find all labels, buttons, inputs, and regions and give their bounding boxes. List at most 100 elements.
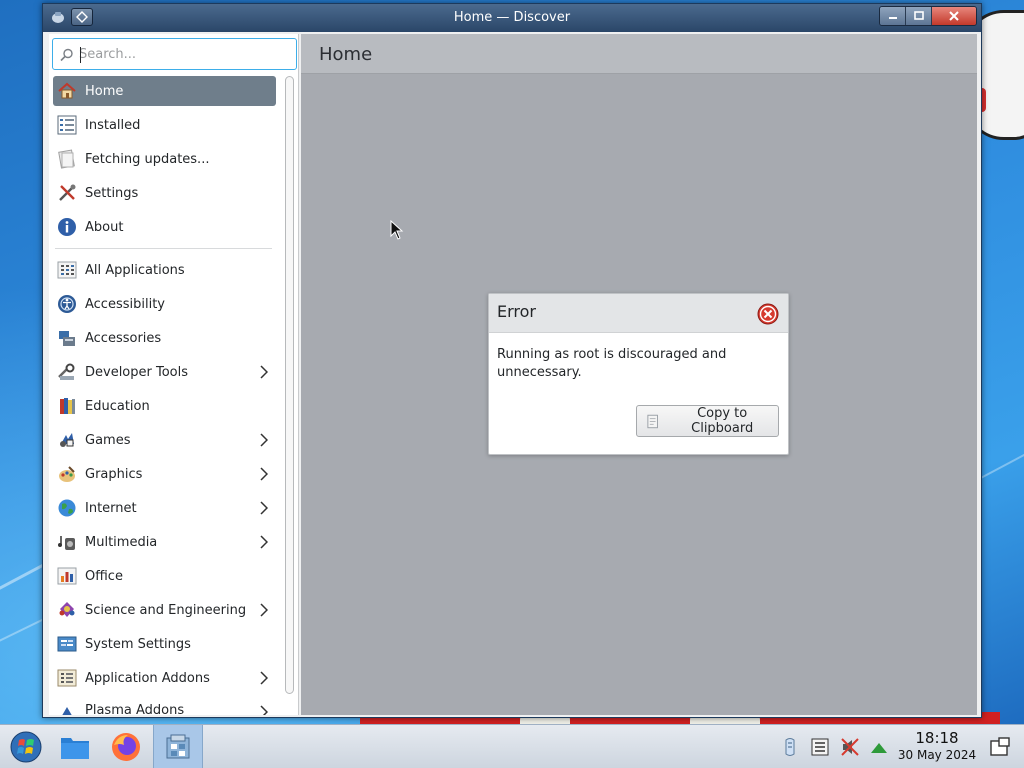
sidebar-item-multimedia[interactable]: Multimedia <box>53 527 276 557</box>
sidebar-item-label: Home <box>85 83 124 99</box>
taskbar-file-manager[interactable] <box>52 725 98 768</box>
addons-icon <box>57 669 77 687</box>
sidebar-item-installed[interactable]: Installed <box>53 110 276 140</box>
sidebar-item-system-settings[interactable]: System Settings <box>53 629 276 659</box>
sidebar-item-label: Fetching updates... <box>85 151 210 167</box>
sidebar-item-updates[interactable]: Fetching updates... <box>53 144 276 174</box>
dialog-message: Running as root is discouraged and unnec… <box>497 347 727 380</box>
search-input[interactable] <box>79 43 291 65</box>
chevron-right-icon <box>260 603 268 617</box>
sidebar-item-application-addons[interactable]: Application Addons <box>53 663 276 693</box>
sidebar-item-graphics[interactable]: Graphics <box>53 459 276 489</box>
sidebar-item-label: Settings <box>85 185 139 201</box>
science-icon <box>59 602 75 617</box>
games-icon <box>60 433 74 447</box>
audio-muted-icon[interactable] <box>840 737 860 757</box>
show-desktop-icon[interactable] <box>989 736 1011 758</box>
dialog-title: Error <box>497 302 536 321</box>
clipboard-icon <box>647 414 658 429</box>
sidebar-item-label: Application Addons <box>85 670 210 686</box>
chevron-right-icon <box>260 365 268 379</box>
accessibility-icon <box>58 295 76 313</box>
sidebar-item-label: Science and Engineering <box>85 602 247 618</box>
text-caret <box>80 47 81 63</box>
dialog-header: Error <box>489 294 788 333</box>
taskbar-firefox[interactable] <box>102 725 150 768</box>
sidebar-item-label: Education <box>85 398 150 414</box>
sidebar-item-label: All Applications <box>85 262 185 278</box>
clock-date: 30 May 2024 <box>897 748 977 762</box>
settings-tools-icon <box>59 184 76 201</box>
info-icon <box>58 218 76 236</box>
installed-list-icon <box>57 115 77 135</box>
network-up-arrow-icon[interactable] <box>869 737 889 757</box>
accessories-icon <box>59 331 75 346</box>
firefox-icon <box>112 733 140 761</box>
sidebar-item-developer-tools[interactable]: Developer Tools <box>53 357 276 387</box>
window-menu-icon[interactable] <box>47 8 69 26</box>
sidebar-item-home[interactable]: Home <box>53 76 276 106</box>
sidebar-item-accessibility[interactable]: Accessibility <box>53 289 276 319</box>
maximize-icon[interactable] <box>906 7 932 25</box>
sidebar-item-settings[interactable]: Settings <box>53 178 276 208</box>
window-controls <box>879 6 977 26</box>
window-titlebar[interactable]: Home — Discover <box>43 4 981 32</box>
chevron-right-icon <box>260 501 268 515</box>
chevron-right-icon <box>260 433 268 447</box>
developer-tools-icon <box>58 363 75 380</box>
multimedia-icon <box>58 536 75 550</box>
sidebar-item-label: Plasma Addons <box>85 703 185 715</box>
sidebar-scrollbar[interactable] <box>283 76 295 694</box>
internet-globe-icon <box>58 499 76 517</box>
chevron-right-icon <box>260 535 268 549</box>
updates-tray-icon[interactable] <box>810 737 830 757</box>
mouse-cursor-icon <box>390 220 404 240</box>
sidebar-item-label: Accessories <box>85 330 162 346</box>
minimize-icon[interactable] <box>880 7 906 25</box>
chevron-right-icon <box>260 671 268 685</box>
sidebar-item-label: Internet <box>85 500 137 516</box>
taskbar: 18:18 30 May 2024 <box>0 724 1024 768</box>
search-icon <box>60 48 73 62</box>
updates-icon <box>58 149 75 169</box>
grid-icon <box>57 261 77 279</box>
sidebar-item-label: About <box>85 219 124 235</box>
sidebar-item-label: Graphics <box>85 466 143 482</box>
close-icon[interactable] <box>932 7 976 25</box>
sidebar-item-plasma-addons[interactable]: Plasma Addons <box>53 697 276 715</box>
sidebar-item-label: Multimedia <box>85 534 158 550</box>
error-dialog: Error Running as root is discouraged and… <box>488 293 789 455</box>
clock-time: 18:18 <box>915 729 959 747</box>
sidebar-item-games[interactable]: Games <box>53 425 276 455</box>
chevron-right-icon <box>260 467 268 481</box>
office-chart-icon <box>57 567 77 585</box>
start-menu-button[interactable] <box>0 725 52 768</box>
search-box[interactable] <box>52 38 297 70</box>
sidebar-item-about[interactable]: About <box>53 212 276 242</box>
clipboard-tray-icon[interactable] <box>780 737 800 757</box>
taskbar-clock[interactable]: 18:18 30 May 2024 <box>890 729 984 763</box>
scrollbar-thumb[interactable] <box>285 76 294 694</box>
dialog-close-icon[interactable] <box>757 303 779 325</box>
plasma-addons-icon <box>62 707 72 715</box>
sidebar-item-label: Accessibility <box>85 296 165 312</box>
home-icon <box>58 82 76 99</box>
sidebar-item-internet[interactable]: Internet <box>53 493 276 523</box>
sidebar-item-label: Installed <box>85 117 141 133</box>
sidebar-item-education[interactable]: Education <box>53 391 276 421</box>
chevron-right-icon <box>260 705 268 715</box>
copy-to-clipboard-button[interactable]: Copy to Clipboard <box>636 405 779 437</box>
page-title: Home <box>319 44 373 65</box>
sidebar-item-label: Games <box>85 432 131 448</box>
sidebar-item-science[interactable]: Science and Engineering <box>53 595 276 625</box>
main-header: Home <box>301 34 977 74</box>
sidebar: Home Installed Fetchin <box>49 34 299 715</box>
sidebar-item-label: System Settings <box>85 636 191 652</box>
graphics-icon <box>59 466 75 482</box>
sidebar-item-all-applications[interactable]: All Applications <box>53 255 276 285</box>
sidebar-item-accessories[interactable]: Accessories <box>53 323 276 353</box>
taskbar-discover[interactable] <box>153 725 203 768</box>
keep-above-icon[interactable] <box>71 8 93 26</box>
sidebar-item-label: Developer Tools <box>85 364 189 380</box>
sidebar-item-office[interactable]: Office <box>53 561 276 591</box>
